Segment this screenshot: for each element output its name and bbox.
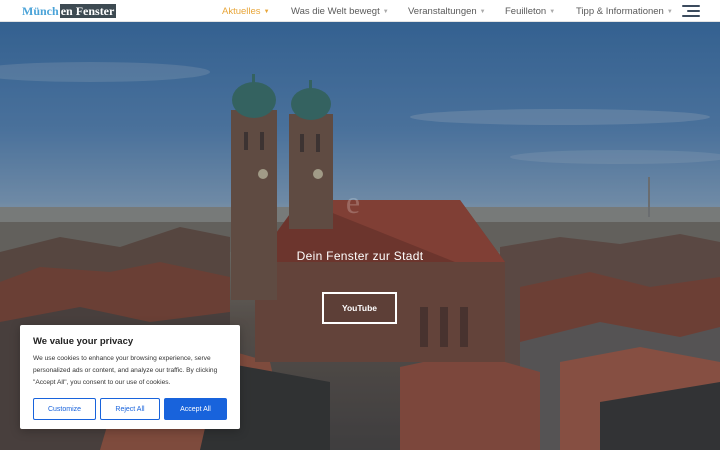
cookie-title: We value your privacy: [33, 336, 134, 347]
chevron-down-icon: ▼: [479, 9, 486, 15]
chevron-down-icon: ▼: [666, 9, 673, 15]
nav-item-was-die-welt-bewegt[interactable]: Was die Welt bewegt ▼: [291, 6, 389, 18]
nav-item-aktuelles[interactable]: Aktuelles ▼: [222, 6, 270, 18]
hero-ghost-title: e: [345, 184, 375, 220]
nav-item-label: Was die Welt bewegt: [291, 6, 380, 17]
logo-text-part1: Münch: [22, 4, 59, 18]
reject-all-button[interactable]: Reject All: [100, 398, 160, 420]
chevron-down-icon: ▼: [263, 9, 270, 15]
cookie-consent-banner: We value your privacy We use cookies to …: [20, 325, 240, 429]
nav-item-label: Veranstaltungen: [408, 6, 477, 17]
nav-item-feuilleton[interactable]: Feuilleton ▼: [505, 6, 555, 18]
site-logo[interactable]: Münch en Fenster: [22, 4, 117, 18]
site-header: Münch en Fenster Aktuelles ▼ Was die Welt…: [0, 0, 720, 22]
hamburger-menu-icon[interactable]: [682, 5, 700, 18]
nav-item-tipp-informationen[interactable]: Tipp & Informationen ▼: [576, 6, 673, 18]
nav-item-label: Aktuelles: [222, 6, 261, 17]
nav-item-veranstaltungen[interactable]: Veranstaltungen ▼: [408, 6, 486, 18]
nav-item-label: Tipp & Informationen: [576, 6, 664, 17]
nav-item-label: Feuilleton: [505, 6, 547, 17]
customize-button[interactable]: Customize: [33, 398, 96, 420]
cookie-description: We use cookies to enhance your browsing …: [33, 355, 218, 386]
chevron-down-icon: ▼: [549, 9, 556, 15]
logo-text-part2: en Fenster: [59, 4, 117, 18]
hero-tagline: Dein Fenster zur Stadt: [296, 249, 424, 263]
accept-all-button[interactable]: Accept All: [164, 398, 227, 420]
youtube-button[interactable]: YouTube: [322, 292, 397, 324]
chevron-down-icon: ▼: [382, 9, 389, 15]
